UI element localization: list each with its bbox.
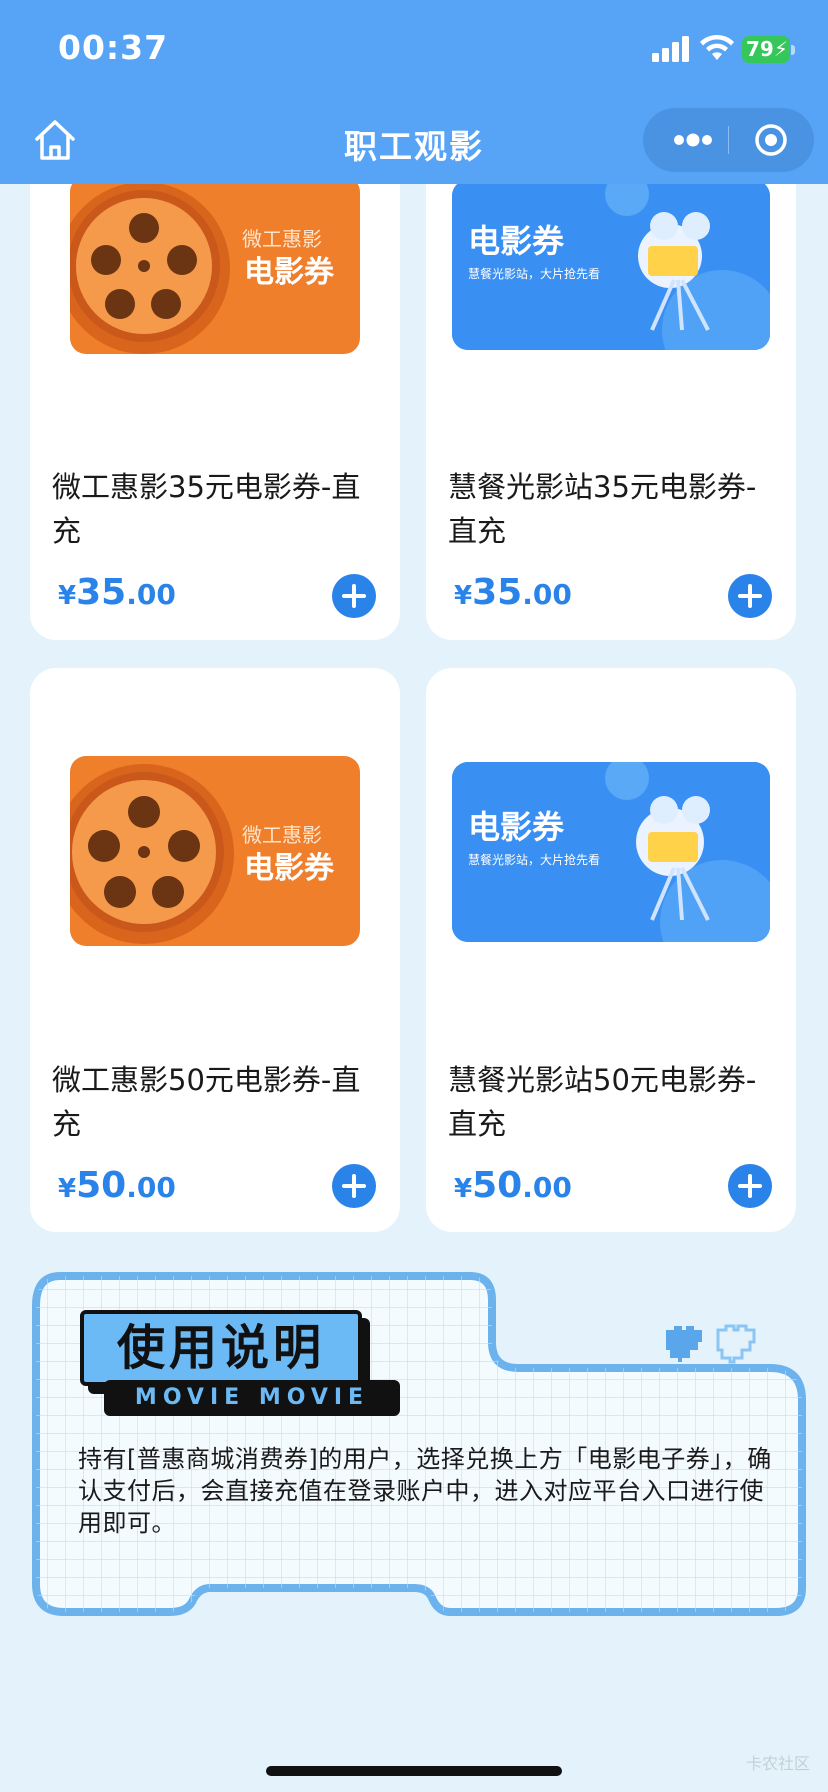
thumb-line1: 微工惠影 [242,823,322,847]
thumb-line1: 电影券 [468,222,565,260]
price-decimal: .00 [522,1171,572,1204]
product-card[interactable]: 电影券 慧餐光影站，大片抢先看 慧餐光影站35元电影券-直充 ¥35.00 [426,150,796,640]
product-card[interactable]: 微工惠影 电影券 微工惠影35元电影券-直充 ¥35.00 [30,150,400,640]
price-decimal: .00 [522,578,572,611]
product-thumbnail-orange: 微工惠影 电影券 [70,176,360,354]
price-integer: 50 [472,1165,523,1206]
product-title: 微工惠影50元电影券-直充 [52,1063,361,1141]
plus-circle-icon[interactable] [728,574,772,618]
thumb-line2: 慧餐光影站，大片抢先看 [468,266,600,281]
product-title: 微工惠影35元电影券-直充 [52,470,361,548]
thumb-line2: 电影券 [244,255,335,290]
product-price: ¥50.00 [58,1165,176,1206]
thumb-line2: 慧餐光影站，大片抢先看 [468,852,600,867]
mini-program-capsule [643,108,814,172]
film-reel-icon: 微工惠影 电影券 [70,182,335,354]
battery-indicator: 79⚡ [742,36,795,63]
product-card[interactable]: 微工惠影 电影券 微工惠影50元电影券-直充 ¥50.00 [30,668,400,1232]
instructions-subheading: MOVIE MOVIE [104,1380,400,1416]
pixel-hearts-icon [666,1324,756,1364]
wifi-icon [700,34,734,60]
cellular-signal-icon [652,36,689,62]
plus-circle-icon[interactable] [332,1164,376,1208]
product-card[interactable]: 电影券 慧餐光影站，大片抢先看 慧餐光影站50元电影券-直充 ¥50.00 [426,668,796,1232]
price-integer: 50 [76,1165,127,1206]
price-integer: 35 [76,572,127,613]
product-title: 慧餐光影站50元电影券-直充 [448,1063,757,1141]
target-close-icon[interactable] [754,123,788,157]
product-thumbnail-orange: 微工惠影 电影券 [70,756,360,946]
product-thumbnail-blue: 电影券 慧餐光影站，大片抢先看 [452,180,770,350]
price-integer: 35 [472,572,523,613]
battery-level: 79 [746,37,774,61]
app-header: 00:37 79⚡ 职工观影 [0,0,828,184]
thumb-line1: 微工惠影 [242,227,322,251]
charging-bolt-icon: ⚡ [773,37,788,61]
more-dots-icon[interactable] [671,126,715,154]
product-title: 慧餐光影站35元电影券-直充 [448,470,757,548]
battery-tail [791,45,795,55]
heading-label: 使用说明 [80,1310,362,1386]
product-price: ¥50.00 [454,1165,572,1206]
instructions-text: 持有[普惠商城消费券]的用户，选择兑换上方「电影电子券」，确认支付后，会直接充值… [78,1445,772,1537]
film-reel-icon: 微工惠影 电影券 [70,764,335,944]
plus-circle-icon[interactable] [728,1164,772,1208]
product-price: ¥35.00 [58,572,176,613]
price-decimal: .00 [126,1171,176,1204]
movie-camera-icon: 电影券 慧餐光影站，大片抢先看 [452,180,770,350]
watermark: 卡农社区 [745,1754,810,1773]
home-indicator[interactable] [266,1766,562,1776]
currency-symbol: ¥ [454,581,473,611]
plus-circle-icon[interactable] [332,574,376,618]
product-price: ¥35.00 [454,572,572,613]
currency-symbol: ¥ [58,1174,77,1204]
capsule-divider [728,126,729,154]
thumb-line1: 电影券 [468,808,565,846]
movie-camera-icon: 电影券 慧餐光影站，大片抢先看 [452,762,770,942]
price-decimal: .00 [126,578,176,611]
status-time: 00:37 [58,28,169,67]
thumb-line2: 电影券 [244,851,335,886]
currency-symbol: ¥ [58,581,77,611]
product-thumbnail-blue: 电影券 慧餐光影站，大片抢先看 [452,762,770,942]
currency-symbol: ¥ [454,1174,473,1204]
